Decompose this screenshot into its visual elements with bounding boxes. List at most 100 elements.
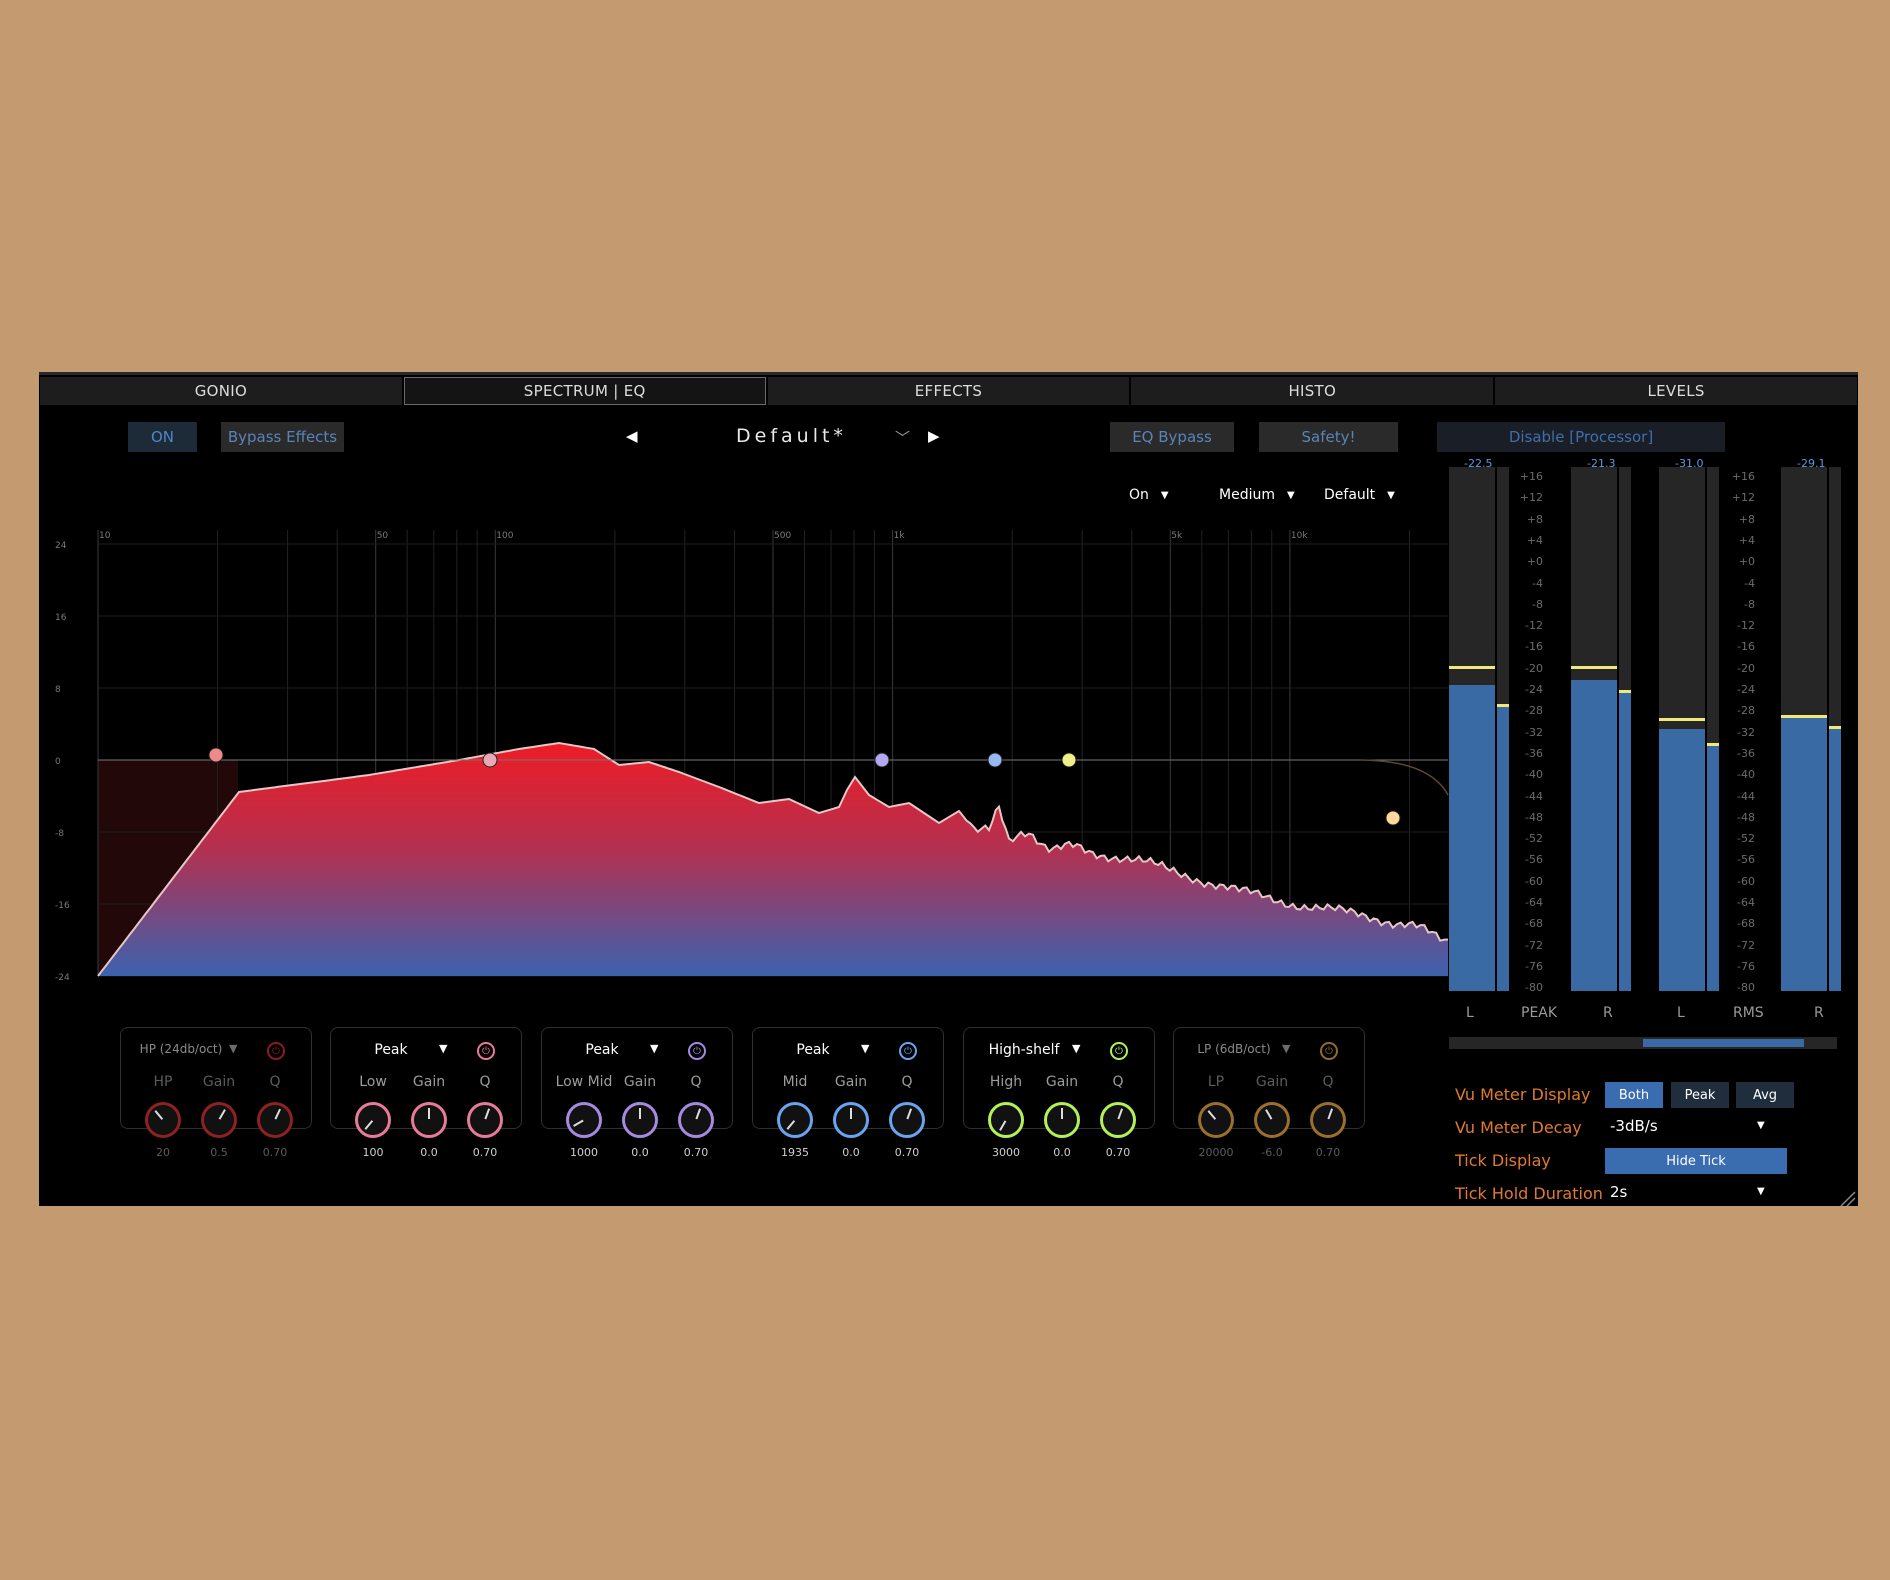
band-param-value: 20 xyxy=(156,1146,170,1159)
band-type-label[interactable]: High-shelf xyxy=(964,1042,1084,1058)
level-scale-label: -16 xyxy=(1737,640,1755,654)
horizontal-scrollbar[interactable] xyxy=(1449,1037,1837,1049)
band-node-3[interactable] xyxy=(874,752,890,768)
power-icon[interactable]: ⏻ xyxy=(267,1042,285,1060)
level-scale-label: -68 xyxy=(1737,917,1755,931)
level-scale-label: +0 xyxy=(1526,555,1543,569)
level-scale-label: -52 xyxy=(1737,832,1755,846)
level-scale-label: -76 xyxy=(1737,959,1755,973)
resize-handle-icon[interactable] xyxy=(1838,1189,1856,1206)
chevron-down-icon[interactable]: ▼ xyxy=(1757,1120,1765,1131)
band-knob[interactable] xyxy=(355,1102,391,1138)
band-node-1[interactable] xyxy=(208,747,224,763)
band-knob[interactable] xyxy=(566,1102,602,1138)
vu-display-both-button[interactable]: Both xyxy=(1605,1082,1663,1108)
band-knob[interactable] xyxy=(889,1102,925,1138)
band-knob[interactable] xyxy=(678,1102,714,1138)
level-scale-label: -72 xyxy=(1737,938,1755,952)
level-scale-label: +16 xyxy=(1731,470,1755,483)
tick-hold-value[interactable]: 2s xyxy=(1610,1183,1627,1201)
band-type-label[interactable]: Peak xyxy=(542,1042,662,1058)
level-scale-label: -8 xyxy=(1744,597,1755,611)
level-scale-label: +8 xyxy=(1738,512,1755,526)
band-knob[interactable] xyxy=(1044,1102,1080,1138)
band-param-value: 0.0 xyxy=(842,1146,860,1159)
band-type-label[interactable]: Peak xyxy=(753,1042,873,1058)
band-knob[interactable] xyxy=(201,1102,237,1138)
level-scale-label: -36 xyxy=(1525,746,1543,760)
band-param-value: 0.0 xyxy=(1053,1146,1071,1159)
level-scale-label: -60 xyxy=(1737,874,1755,888)
power-icon[interactable]: ⏻ xyxy=(477,1042,495,1060)
vu-display-label: Vu Meter Display xyxy=(1455,1085,1591,1104)
band-param-value: 100 xyxy=(362,1146,384,1159)
band-type-label[interactable]: Peak xyxy=(331,1042,451,1058)
peak-hold-tick xyxy=(1571,666,1617,670)
power-icon[interactable]: ⏻ xyxy=(688,1042,706,1060)
disable-processor-button[interactable]: Disable [Processor] xyxy=(1437,422,1725,452)
level-meter-fill xyxy=(1707,745,1719,991)
band-knob[interactable] xyxy=(988,1102,1024,1138)
level-scale-label: -8 xyxy=(1532,597,1543,611)
chevron-down-icon[interactable]: ▼ xyxy=(650,1042,658,1055)
band-node-5[interactable] xyxy=(1061,752,1077,768)
vu-display-peak-button[interactable]: Peak xyxy=(1671,1082,1729,1108)
band-knob[interactable] xyxy=(145,1102,181,1138)
level-scale-label: -32 xyxy=(1525,725,1543,739)
band-knob[interactable] xyxy=(1254,1102,1290,1138)
power-icon[interactable]: ⏻ xyxy=(1320,1042,1338,1060)
peak-hold-tick xyxy=(1659,718,1705,722)
power-icon[interactable]: ⏻ xyxy=(1110,1042,1128,1060)
band-param-label: LP xyxy=(1207,1074,1225,1090)
chevron-down-icon[interactable]: ▼ xyxy=(229,1042,237,1055)
eq-graph[interactable]: 10 50 100 500 1k 5k 10k 24 16 8 0 -8 -16 -24 xyxy=(39,375,1479,995)
chevron-down-icon[interactable]: ▼ xyxy=(1072,1042,1080,1055)
level-scale-label: -12 xyxy=(1737,619,1755,633)
plugin-window: GONIO SPECTRUM | EQ EFFECTS HISTO LEVELS… xyxy=(39,372,1858,1206)
y-axis-labels: 24 16 8 0 -8 -16 -24 xyxy=(55,541,70,983)
band-type-label[interactable]: HP (24db/oct) xyxy=(121,1042,241,1056)
level-scale-label: -4 xyxy=(1532,576,1543,590)
chevron-down-icon[interactable]: ▼ xyxy=(1282,1042,1290,1055)
band-node-6[interactable] xyxy=(1385,810,1401,826)
chevron-down-icon[interactable]: ▼ xyxy=(1757,1186,1765,1197)
band-knob[interactable] xyxy=(777,1102,813,1138)
y-tick-label: -16 xyxy=(55,901,70,911)
band-knob[interactable] xyxy=(467,1102,503,1138)
level-scale-label: +12 xyxy=(1519,491,1543,505)
hide-tick-button[interactable]: Hide Tick xyxy=(1605,1148,1787,1174)
level-scale-label: -80 xyxy=(1737,981,1755,995)
band-knob[interactable] xyxy=(411,1102,447,1138)
tick-hold-label: Tick Hold Duration xyxy=(1455,1184,1603,1203)
level-scale-label: -16 xyxy=(1525,640,1543,654)
band-param-value: 0.70 xyxy=(262,1146,288,1159)
vu-decay-value[interactable]: -3dB/s xyxy=(1610,1117,1658,1135)
y-tick-label: 8 xyxy=(55,685,61,695)
band-knob[interactable] xyxy=(833,1102,869,1138)
peak-label: PEAK xyxy=(1521,1005,1558,1021)
level-scale-label: -80 xyxy=(1525,981,1543,995)
band-knob[interactable] xyxy=(1100,1102,1136,1138)
x-tick-label: 1k xyxy=(894,531,906,541)
band-knob[interactable] xyxy=(622,1102,658,1138)
band-node-2[interactable] xyxy=(482,752,498,768)
tab-levels[interactable]: LEVELS xyxy=(1495,377,1857,405)
band-param-label: Q xyxy=(1112,1074,1124,1090)
band-param-value: 20000 xyxy=(1198,1146,1234,1159)
band-knob[interactable] xyxy=(1310,1102,1346,1138)
vu-display-avg-button[interactable]: Avg xyxy=(1736,1082,1794,1108)
y-tick-label: -24 xyxy=(55,973,70,983)
level-scale-label: +4 xyxy=(1526,533,1543,547)
band-param-label: Q xyxy=(479,1074,491,1090)
chevron-down-icon[interactable]: ▼ xyxy=(439,1042,447,1055)
peak-r-label: R xyxy=(1603,1005,1613,1021)
band-node-4[interactable] xyxy=(987,752,1003,768)
chevron-down-icon[interactable]: ▼ xyxy=(861,1042,869,1055)
band-knob[interactable] xyxy=(1198,1102,1234,1138)
band-1-hp: HP (24db/oct) ▼ ⏻ HP Gain Q 20 0.5 0.70 xyxy=(120,1027,312,1159)
band-type-label[interactable]: LP (6dB/oct) xyxy=(1174,1042,1294,1056)
band-knob[interactable] xyxy=(257,1102,293,1138)
scrollbar-thumb[interactable] xyxy=(1643,1039,1804,1047)
power-icon[interactable]: ⏻ xyxy=(899,1042,917,1060)
level-scale-label: -56 xyxy=(1737,853,1755,867)
